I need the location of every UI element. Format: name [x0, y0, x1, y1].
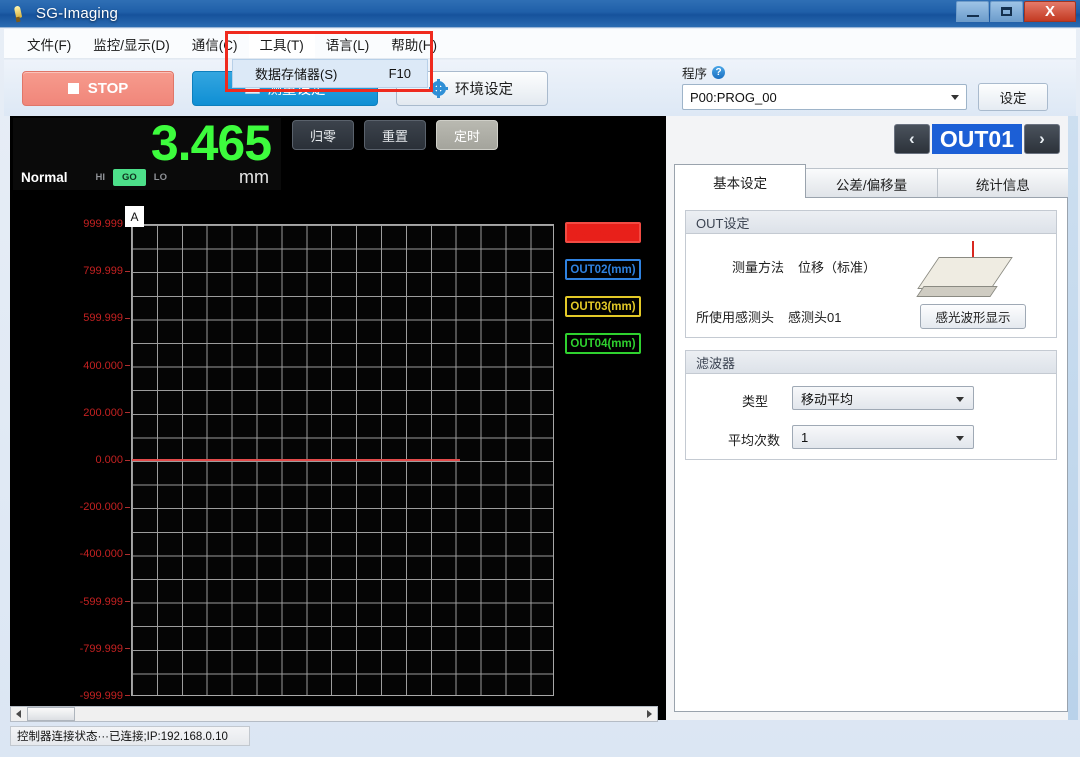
output-selector: ‹ OUT01 › [893, 124, 1060, 154]
y-tick-label: 0.000 [95, 454, 123, 466]
help-icon[interactable]: ? [712, 65, 726, 79]
legend-item-out04[interactable]: OUT04(mm) [565, 333, 641, 354]
out-settings-title: OUT设定 [686, 211, 1056, 234]
menu-bar: 文件(F) 监控/显示(D) 通信(C) 工具(T) 语言(L) 帮助(H) [4, 29, 1076, 59]
window-vertical-scrollbar[interactable] [1068, 116, 1078, 720]
menu-help[interactable]: 帮助(H) [380, 30, 448, 58]
filter-group: 滤波器 类型 移动平均 平均次数 1 [685, 350, 1057, 460]
prev-output-button[interactable]: ‹ [893, 124, 930, 154]
y-tick-label: -799.999 [79, 642, 123, 655]
chart-y-axis: 999.999 799.999 599.999 400.000 200.000 … [13, 218, 123, 702]
judge-hi: HI [95, 171, 106, 183]
tools-dropdown-menu: 数据存储器(S) F10 [232, 59, 428, 88]
program-selector-group: 程序 ? P00:PROG_00 设定 [682, 64, 1060, 114]
program-combobox-value: P00:PROG_00 [690, 89, 777, 105]
tab-statistics[interactable]: 统计信息 [936, 168, 1069, 198]
y-tick-label: 400.000 [83, 359, 123, 372]
main-dark-panel: 3.465 Normal HI GO LO mm 归零 重置 定时 A 999.… [10, 115, 1069, 720]
scroll-right-arrow-icon[interactable] [642, 707, 657, 721]
sensor-head-value: 感测头01 [788, 310, 842, 325]
y-tick-label: 799.999 [83, 265, 123, 278]
legend-item-out03[interactable]: OUT03(mm) [565, 296, 641, 317]
gear-icon [429, 78, 448, 98]
close-button[interactable]: X [1024, 1, 1076, 22]
judgement-indicator: HI GO LO [90, 168, 173, 186]
settings-tab-body: OUT设定 测量方法 位移（标准） 所使用感测头 感测头01 感光波形显示 滤波… [674, 197, 1068, 712]
menu-item-data-storage[interactable]: 数据存储器(S) [255, 64, 337, 83]
chart-area: A 999.999 799.999 599.999 400.000 200.00… [13, 202, 661, 716]
legend-item-out02[interactable]: OUT02(mm) [565, 259, 641, 280]
chart-legend: OUT01(mm) OUT02(mm) OUT03(mm) OUT04(mm) [565, 222, 647, 370]
tab-basic-settings[interactable]: 基本设定 [674, 164, 807, 198]
judge-lo: LO [153, 171, 167, 183]
program-label: 程序 [682, 66, 708, 81]
current-output-name: OUT01 [931, 124, 1022, 154]
chart-plot-grid[interactable] [131, 224, 554, 696]
y-tick-label: -999.999 [79, 690, 123, 702]
filter-group-title: 滤波器 [686, 351, 1056, 374]
set-button[interactable]: 设定 [978, 83, 1048, 111]
measure-method-value: 位移（标准） [798, 260, 877, 275]
average-count-combobox[interactable]: 1 [792, 425, 974, 449]
y-tick-label: 599.999 [83, 312, 123, 325]
title-bar: SG-Imaging X [0, 0, 1080, 28]
filter-type-label: 类型 [742, 394, 769, 409]
y-tick-label: 999.999 [83, 218, 123, 230]
reset-button[interactable]: 重置 [364, 120, 426, 150]
chevron-down-icon[interactable] [949, 387, 971, 411]
average-count-value: 1 [801, 429, 809, 445]
stop-button-label: STOP [87, 79, 129, 97]
measurement-unit: mm [239, 167, 269, 187]
y-tick-label: 200.000 [83, 406, 123, 419]
menu-language[interactable]: 语言(L) [315, 30, 381, 58]
stop-button[interactable]: STOP [22, 70, 174, 106]
filter-type-combobox[interactable]: 移动平均 [792, 386, 974, 410]
minimize-button[interactable] [956, 1, 989, 22]
settings-panel: ‹ OUT01 › 基本设定 公差/偏移量 统计信息 OUT设定 测量方法 位移… [666, 116, 1069, 720]
toolbar: STOP 测量设定 环境设定 程序 ? P00:PROG_00 设定 [4, 60, 1076, 116]
legend-item-out01[interactable]: OUT01(mm) [565, 222, 641, 243]
status-bar: 控制器连接状态···已连接;IP:192.168.0.10 [10, 726, 250, 746]
menu-item-data-storage-shortcut: F10 [388, 66, 411, 81]
chart-horizontal-scrollbar[interactable] [10, 706, 658, 722]
average-count-label: 平均次数 [728, 433, 781, 448]
menu-communication[interactable]: 通信(C) [181, 30, 249, 58]
maximize-button[interactable] [990, 1, 1023, 22]
measurement-readout: 3.465 Normal HI GO LO mm [13, 115, 281, 190]
chart-cursor-a-label[interactable]: A [125, 206, 144, 227]
menu-tools[interactable]: 工具(T) [248, 29, 315, 58]
measurement-value: 3.465 [150, 115, 272, 171]
program-combobox[interactable]: P00:PROG_00 [682, 84, 967, 110]
window-title: SG-Imaging [36, 5, 119, 22]
scroll-left-arrow-icon[interactable] [11, 707, 26, 721]
tab-tolerance-offset[interactable]: 公差/偏移量 [805, 168, 938, 198]
application-window: SG-Imaging X 文件(F) 监控/显示(D) 通信(C) 工具(T) … [0, 0, 1080, 757]
filter-type-value: 移动平均 [801, 391, 854, 407]
zero-button[interactable]: 归零 [292, 120, 354, 150]
y-tick-label: -400.000 [79, 548, 123, 561]
environment-settings-label: 环境设定 [455, 81, 513, 98]
action-buttons: 归零 重置 定时 [292, 120, 498, 150]
measurement-mode: Normal [21, 169, 68, 185]
workpiece-illustration [916, 241, 1020, 313]
measure-method-label: 测量方法 [732, 260, 785, 275]
next-output-button[interactable]: › [1024, 124, 1060, 154]
app-icon [10, 5, 28, 23]
scrollbar-thumb[interactable] [27, 707, 75, 721]
chevron-down-icon[interactable] [949, 426, 971, 450]
y-tick-label: -200.000 [79, 501, 123, 514]
chart-series-out01-trace [132, 459, 461, 461]
y-tick-label: -599.999 [79, 595, 123, 608]
out-settings-group: OUT设定 测量方法 位移（标准） 所使用感测头 感测头01 感光波形显示 [685, 210, 1057, 338]
judge-go: GO [113, 168, 146, 186]
window-controls: X [956, 1, 1076, 22]
menu-monitor-display[interactable]: 监控/显示(D) [82, 30, 181, 58]
timer-button[interactable]: 定时 [436, 120, 498, 150]
stop-square-icon [67, 82, 79, 94]
settings-tabs: 基本设定 公差/偏移量 统计信息 [674, 164, 1069, 198]
menu-file[interactable]: 文件(F) [16, 30, 82, 58]
chevron-down-icon[interactable] [944, 85, 966, 109]
sensor-head-label: 所使用感测头 [696, 310, 775, 325]
